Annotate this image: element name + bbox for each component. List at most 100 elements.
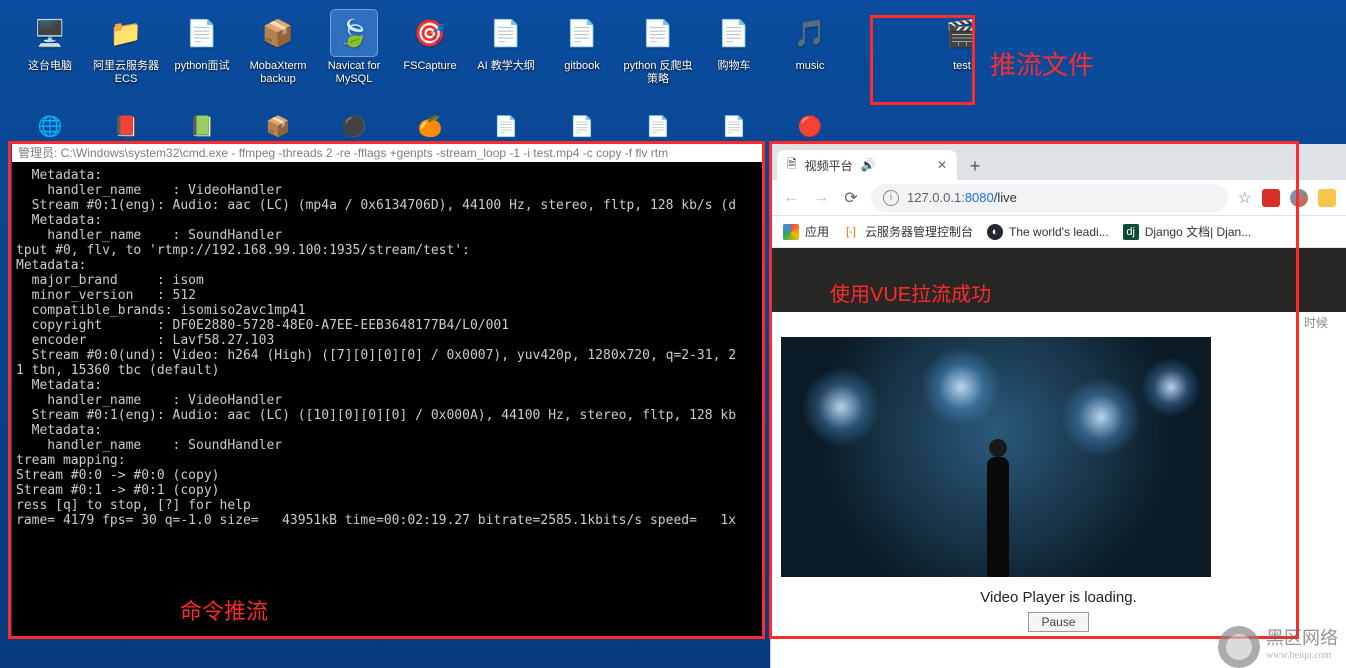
audio-icon[interactable]: 🔊 — [861, 158, 876, 172]
icon-label: python面试 — [174, 60, 229, 73]
url-host: 127.0.0.1: — [907, 190, 965, 205]
new-tab-button[interactable]: + — [961, 152, 989, 180]
icon-label: 这台电脑 — [28, 60, 72, 73]
url-path: /live — [994, 190, 1017, 205]
icon-image: 📗 — [184, 108, 220, 144]
desktop-icon[interactable]: 📁阿里云服务器 ECS — [88, 10, 164, 104]
desktop-icon[interactable]: 📄 python面试 — [164, 10, 240, 104]
annotation-label-file: 推流文件 — [990, 45, 1094, 82]
desktop-icon[interactable]: ⚫ — [316, 108, 392, 144]
icon-image: 🎯 — [407, 10, 453, 56]
icon-image: 📦 — [255, 10, 301, 56]
desktop-icon[interactable]: 📄 — [544, 108, 620, 144]
page-content: 时候 Video Player is loading. Pause — [771, 248, 1346, 668]
icon-image: 📄 — [711, 10, 757, 56]
terminal-title: 管理员: C:\Windows\system32\cmd.exe - ffmpe… — [12, 144, 765, 162]
icon-image: 📄 — [716, 108, 752, 144]
bookmark-label: Django 文档| Djan... — [1145, 223, 1252, 240]
icon-image: 📕 — [108, 108, 144, 144]
icon-label: python 反爬虫策略 — [621, 60, 695, 86]
url-input[interactable]: i 127.0.0.1:8080/live — [871, 184, 1228, 212]
icon-image: 📄 — [559, 10, 605, 56]
back-button: ← — [781, 188, 801, 208]
desktop-icon[interactable]: 🍊 — [392, 108, 468, 144]
desktop-icon[interactable]: 📄 — [468, 108, 544, 144]
icon-label: 购物车 — [718, 60, 751, 73]
desktop-icon[interactable]: 📄 购物车 — [696, 10, 772, 104]
icon-image: 🌐 — [32, 108, 68, 144]
icon-label: 阿里云服务器 ECS — [89, 60, 163, 86]
icon-label: music — [796, 60, 825, 73]
apps-icon — [783, 224, 799, 240]
extension-icon-2[interactable] — [1290, 189, 1308, 207]
icon-image: 🍊 — [412, 108, 448, 144]
desktop-icon[interactable]: 📕 — [88, 108, 164, 144]
terminal-body: Metadata: handler_name : VideoHandler St… — [12, 162, 765, 534]
icon-image: 🔴 — [792, 108, 828, 144]
video-status: Video Player is loading. — [771, 589, 1346, 606]
annotation-label-cmd: 命令推流 — [180, 594, 268, 626]
desktop-icon[interactable]: 📄gitbook — [544, 10, 620, 104]
icon-image: 📄 — [179, 10, 225, 56]
aliyun-icon: [-] — [843, 224, 859, 240]
extension-icon-3[interactable] — [1318, 189, 1336, 207]
icon-image: 📄 — [564, 108, 600, 144]
extension-icon-1[interactable] — [1262, 189, 1280, 207]
desktop-icon[interactable] — [848, 10, 924, 104]
icon-image: 🍃 — [331, 10, 377, 56]
tab-bar: 🗎 视频平台 🔊 ✕ + — [771, 144, 1346, 180]
forward-button: → — [811, 188, 831, 208]
icon-image: 🖥️ — [27, 10, 73, 56]
browser-tab[interactable]: 🗎 视频平台 🔊 ✕ — [777, 150, 957, 180]
apps-label: 应用 — [805, 223, 829, 240]
desktop-icon[interactable]: 🔴 — [772, 108, 848, 144]
desktop-icon[interactable]: 📄 — [696, 108, 772, 144]
bookmark-label: The world's leadi... — [1009, 225, 1109, 239]
icon-image: 📄 — [640, 108, 676, 144]
icon-image: 🎬 — [939, 10, 985, 56]
terminal-window[interactable]: 管理员: C:\Windows\system32\cmd.exe - ffmpe… — [12, 144, 765, 636]
watermark-text: 黑区网络 www.heiqu.com — [1266, 629, 1338, 665]
star-icon[interactable]: ☆ — [1238, 188, 1252, 208]
close-tab-icon[interactable]: ✕ — [937, 158, 947, 172]
icon-label: test — [953, 60, 971, 73]
icon-label: FSCapture — [403, 60, 456, 73]
file-icon: 🗎 — [787, 155, 797, 176]
desktop-icon[interactable]: 📦 — [240, 108, 316, 144]
pause-button[interactable]: Pause — [1028, 612, 1088, 632]
icon-image: 📄 — [483, 10, 529, 56]
desktop-icon[interactable]: 📗 — [164, 108, 240, 144]
desktop-icon[interactable]: 🍃 Navicat for MySQL — [316, 10, 392, 104]
desktop-icon[interactable]: 📄 AI 教学大纲 — [468, 10, 544, 104]
page-top-text: 时候 — [771, 312, 1346, 333]
github-icon: ◐ — [987, 224, 1003, 240]
url-port: 8080 — [965, 190, 994, 205]
site-info-icon[interactable]: i — [883, 190, 899, 206]
reload-button[interactable]: ⟳ — [841, 188, 861, 208]
icon-label: Navicat for MySQL — [317, 60, 391, 86]
icon-label: MobaXterm backup — [241, 60, 315, 86]
icon-label: AI 教学大纲 — [477, 60, 534, 73]
icon-image: 📦 — [260, 108, 296, 144]
bookmark-django[interactable]: dj Django 文档| Djan... — [1123, 223, 1252, 240]
bookmark-bar: 应用 [-] 云服务器管理控制台 ◐ The world's leadi... … — [771, 216, 1346, 248]
icon-image: 🎵 — [787, 10, 833, 56]
desktop-icon[interactable]: 🖥️ 这台电脑 — [12, 10, 88, 104]
desktop-icon[interactable]: 🎬 test — [924, 10, 1000, 104]
desktop-icon[interactable]: 📄 python 反爬虫策略 — [620, 10, 696, 104]
address-bar: ← → ⟳ i 127.0.0.1:8080/live ☆ — [771, 180, 1346, 216]
video-player[interactable] — [781, 337, 1211, 577]
apps-button[interactable]: 应用 — [783, 223, 829, 240]
bookmark-aliyun[interactable]: [-] 云服务器管理控制台 — [843, 223, 973, 240]
watermark: 黑区网络 www.heiqu.com — [1218, 626, 1338, 668]
annotation-label-vue: 使用VUE拉流成功 — [830, 278, 991, 307]
desktop-icon[interactable]: 🎵 music — [772, 10, 848, 104]
desktop-icon[interactable]: 📄 — [620, 108, 696, 144]
desktop-icon[interactable]: 🌐 — [12, 108, 88, 144]
icon-image: 📄 — [635, 10, 681, 56]
desktop-icon[interactable]: 📦 MobaXterm backup — [240, 10, 316, 104]
bookmark-github[interactable]: ◐ The world's leadi... — [987, 224, 1109, 240]
icon-image — [863, 10, 909, 56]
desktop-icon[interactable]: 🎯 FSCapture — [392, 10, 468, 104]
icon-image: 📄 — [488, 108, 524, 144]
